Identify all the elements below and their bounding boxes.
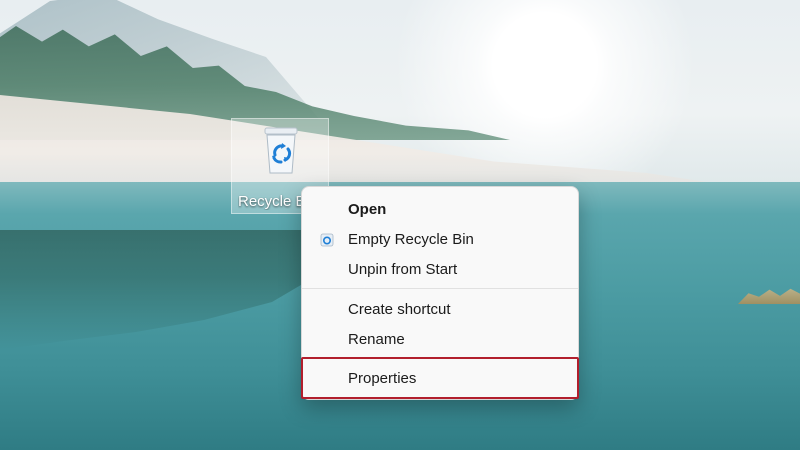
menu-item-rename[interactable]: Rename [306, 325, 576, 355]
menu-item-label: Empty Recycle Bin [348, 231, 474, 248]
context-menu: Open Empty Recycle Bin Unpin from Start … [301, 186, 579, 400]
menu-item-label: Create shortcut [348, 301, 451, 318]
menu-item-empty-recycle-bin[interactable]: Empty Recycle Bin [306, 225, 576, 255]
menu-item-label: Open [348, 201, 387, 218]
menu-item-label: Unpin from Start [348, 261, 458, 278]
recycle-bin-small-icon [320, 233, 334, 247]
menu-item-unpin-from-start[interactable]: Unpin from Start [306, 255, 576, 285]
desktop: Recycle B Open Empty Recycle Bin Unpin f… [0, 0, 800, 450]
menu-item-create-shortcut[interactable]: Create shortcut [306, 295, 576, 325]
menu-item-label: Rename [348, 331, 405, 348]
recycle-bin-icon [264, 127, 298, 174]
menu-separator [302, 288, 578, 289]
properties-highlight-box [301, 357, 579, 399]
menu-item-open[interactable]: Open [306, 195, 576, 225]
